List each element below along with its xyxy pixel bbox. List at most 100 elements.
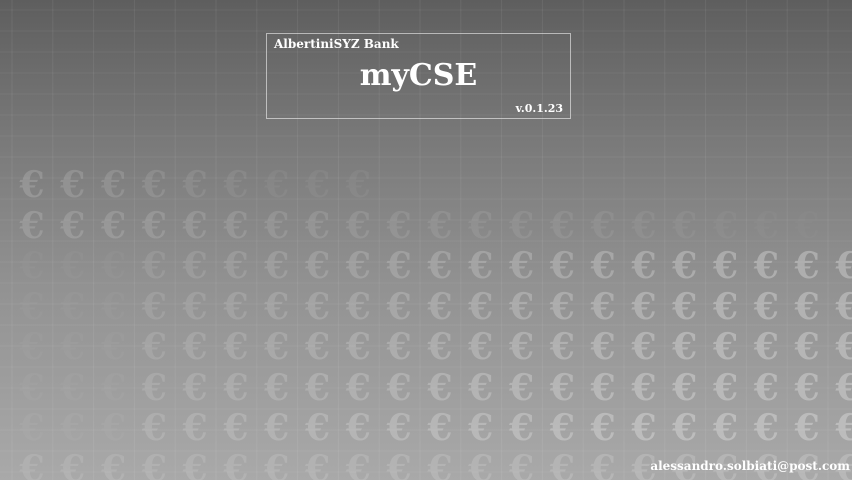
euro-icon: € bbox=[753, 367, 779, 409]
euro-icon: € bbox=[712, 326, 738, 368]
euro-icon: € bbox=[794, 245, 820, 287]
euro-icon: € bbox=[753, 286, 779, 328]
euro-icon: € bbox=[182, 448, 208, 480]
euro-icon: € bbox=[304, 205, 330, 247]
euro-icon: € bbox=[304, 245, 330, 287]
euro-icon: € bbox=[345, 448, 371, 480]
euro-icon: € bbox=[100, 245, 126, 287]
euro-icon: € bbox=[263, 205, 289, 247]
euro-icon: € bbox=[794, 407, 820, 449]
euro-icon: € bbox=[549, 407, 575, 449]
euro-icon: € bbox=[426, 326, 452, 368]
euro-icon: € bbox=[508, 205, 534, 247]
euro-icon: € bbox=[141, 164, 167, 206]
euro-icon: € bbox=[712, 286, 738, 328]
euro-icon: € bbox=[549, 205, 575, 247]
euro-icon: € bbox=[508, 326, 534, 368]
euro-icon: € bbox=[100, 286, 126, 328]
euro-icon: € bbox=[794, 367, 820, 409]
euro-icon: € bbox=[263, 164, 289, 206]
euro-icon: € bbox=[141, 407, 167, 449]
euro-icon: € bbox=[549, 448, 575, 480]
euro-icon: € bbox=[671, 326, 697, 368]
euro-icon: € bbox=[100, 205, 126, 247]
euro-icon: € bbox=[59, 286, 85, 328]
euro-icon: € bbox=[304, 367, 330, 409]
euro-icon: € bbox=[426, 245, 452, 287]
euro-icon: € bbox=[263, 286, 289, 328]
euro-icon: € bbox=[100, 164, 126, 206]
euro-icon: € bbox=[426, 407, 452, 449]
euro-icon: € bbox=[794, 326, 820, 368]
euro-icon: € bbox=[100, 326, 126, 368]
euro-icon: € bbox=[590, 286, 616, 328]
euro-icon: € bbox=[630, 205, 656, 247]
euro-icon: € bbox=[100, 367, 126, 409]
euro-icon: € bbox=[426, 205, 452, 247]
euro-icon: € bbox=[467, 448, 493, 480]
euro-icon: € bbox=[794, 286, 820, 328]
euro-icon: € bbox=[630, 286, 656, 328]
euro-icon: € bbox=[304, 326, 330, 368]
euro-icon: € bbox=[630, 245, 656, 287]
euro-icon: € bbox=[141, 326, 167, 368]
euro-icon: € bbox=[304, 164, 330, 206]
euro-icon: € bbox=[222, 407, 248, 449]
euro-icon: € bbox=[467, 286, 493, 328]
euro-icon: € bbox=[345, 286, 371, 328]
euro-icon: € bbox=[222, 448, 248, 480]
euro-icon: € bbox=[834, 367, 852, 409]
euro-icon: € bbox=[182, 407, 208, 449]
euro-icon: € bbox=[753, 205, 779, 247]
splash-screen: € € € € € € € € € € € € € € € € € € € € € € € € € € € € € € € € € € € € € € € €… bbox=[0, 0, 852, 480]
euro-icon: € bbox=[712, 407, 738, 449]
euro-icon: € bbox=[304, 448, 330, 480]
euro-icon: € bbox=[141, 448, 167, 480]
euro-icon: € bbox=[386, 448, 412, 480]
euro-icon: € bbox=[671, 286, 697, 328]
euro-icon: € bbox=[712, 205, 738, 247]
euro-icon: € bbox=[182, 326, 208, 368]
euro-icon: € bbox=[263, 367, 289, 409]
euro-icon: € bbox=[141, 245, 167, 287]
euro-icon: € bbox=[508, 245, 534, 287]
euro-icon: € bbox=[345, 407, 371, 449]
euro-icon: € bbox=[590, 326, 616, 368]
euro-icon: € bbox=[141, 205, 167, 247]
euro-icon: € bbox=[467, 205, 493, 247]
euro-icon: € bbox=[182, 245, 208, 287]
euro-icon: € bbox=[508, 286, 534, 328]
splash-panel: AlbertiniSYZ Bank myCSE v.0.1.23 bbox=[266, 33, 571, 119]
euro-icon: € bbox=[18, 448, 44, 480]
euro-icon: € bbox=[182, 164, 208, 206]
euro-icon: € bbox=[671, 245, 697, 287]
app-title: myCSE bbox=[359, 58, 478, 93]
euro-icon: € bbox=[426, 367, 452, 409]
euro-icon: € bbox=[222, 245, 248, 287]
euro-icon: € bbox=[304, 407, 330, 449]
euro-icon: € bbox=[59, 448, 85, 480]
euro-icon: € bbox=[100, 407, 126, 449]
euro-icon: € bbox=[753, 407, 779, 449]
euro-icon: € bbox=[467, 367, 493, 409]
euro-icon: € bbox=[671, 367, 697, 409]
euro-icon: € bbox=[182, 205, 208, 247]
euro-icon: € bbox=[386, 367, 412, 409]
euro-icon: € bbox=[263, 407, 289, 449]
euro-icon: € bbox=[18, 245, 44, 287]
euro-icon: € bbox=[753, 245, 779, 287]
euro-icon: € bbox=[59, 164, 85, 206]
euro-icon: € bbox=[345, 326, 371, 368]
euro-icon: € bbox=[630, 367, 656, 409]
euro-icon: € bbox=[386, 205, 412, 247]
euro-icon: € bbox=[590, 407, 616, 449]
euro-icon: € bbox=[59, 367, 85, 409]
euro-icon: € bbox=[549, 326, 575, 368]
euro-icon: € bbox=[18, 164, 44, 206]
euro-icon: € bbox=[345, 205, 371, 247]
euro-icon: € bbox=[18, 407, 44, 449]
euro-icon: € bbox=[222, 367, 248, 409]
euro-icon: € bbox=[549, 245, 575, 287]
euro-icon: € bbox=[141, 286, 167, 328]
euro-icon: € bbox=[18, 205, 44, 247]
